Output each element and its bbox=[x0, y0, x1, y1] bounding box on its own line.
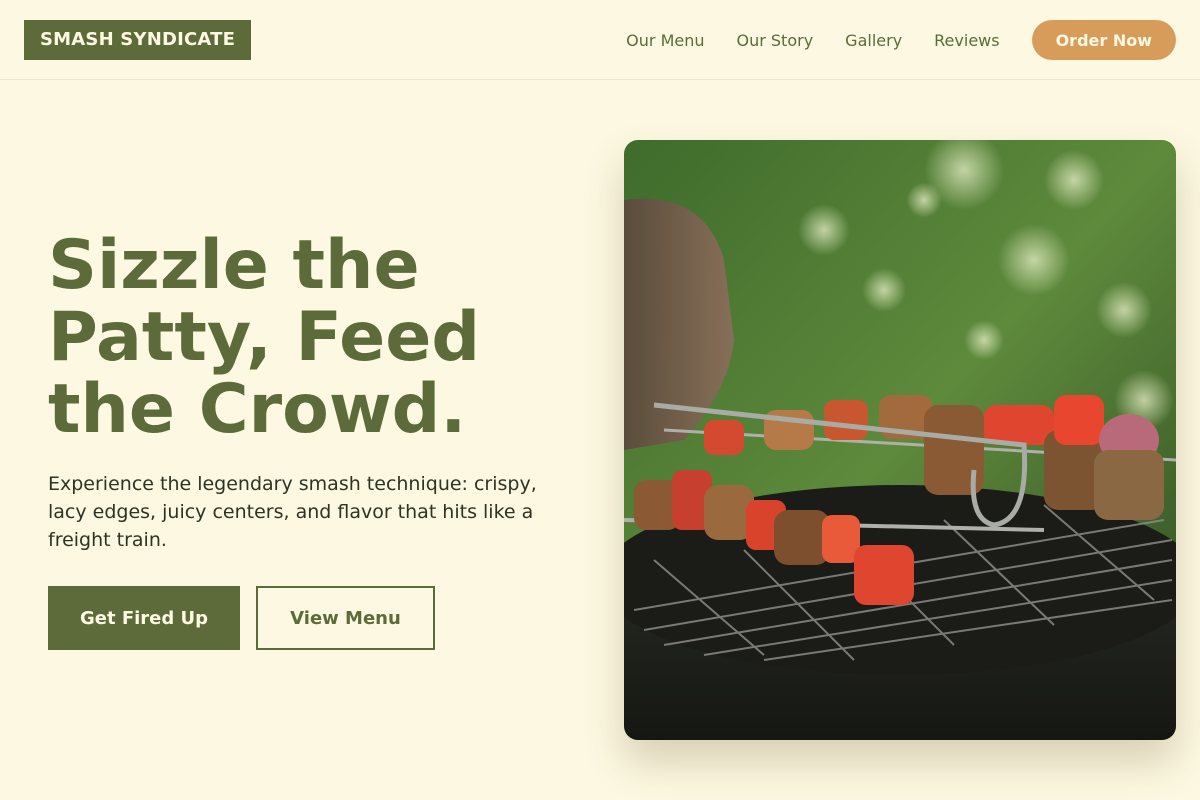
hero-title-line-3: the Crowd. bbox=[48, 370, 467, 449]
hero-title-line-1: Sizzle the bbox=[48, 226, 420, 305]
nav-link-reviews[interactable]: Reviews bbox=[934, 31, 999, 50]
order-now-button[interactable]: Order Now bbox=[1031, 20, 1176, 60]
hero-image bbox=[624, 140, 1176, 740]
nav-link-our-story[interactable]: Our Story bbox=[737, 31, 814, 50]
nav-link-our-menu[interactable]: Our Menu bbox=[626, 31, 704, 50]
hero-title: Sizzle the Patty, Feed the Crowd. bbox=[48, 230, 588, 446]
get-fired-up-button[interactable]: Get Fired Up bbox=[48, 586, 240, 650]
view-menu-button[interactable]: View Menu bbox=[256, 586, 435, 650]
brand-logo[interactable]: SMASH SYNDICATE bbox=[24, 20, 252, 60]
kebab-grill-photo bbox=[624, 140, 1176, 740]
hero-title-line-2: Patty, Feed bbox=[48, 298, 481, 377]
hero-subtitle: Experience the legendary smash technique… bbox=[48, 473, 537, 551]
nav-link-gallery[interactable]: Gallery bbox=[845, 31, 902, 50]
top-navigation-bar: SMASH SYNDICATE Our Menu Our Story Galle… bbox=[0, 0, 1200, 80]
main-nav: Our Menu Our Story Gallery Reviews Order… bbox=[626, 20, 1176, 60]
